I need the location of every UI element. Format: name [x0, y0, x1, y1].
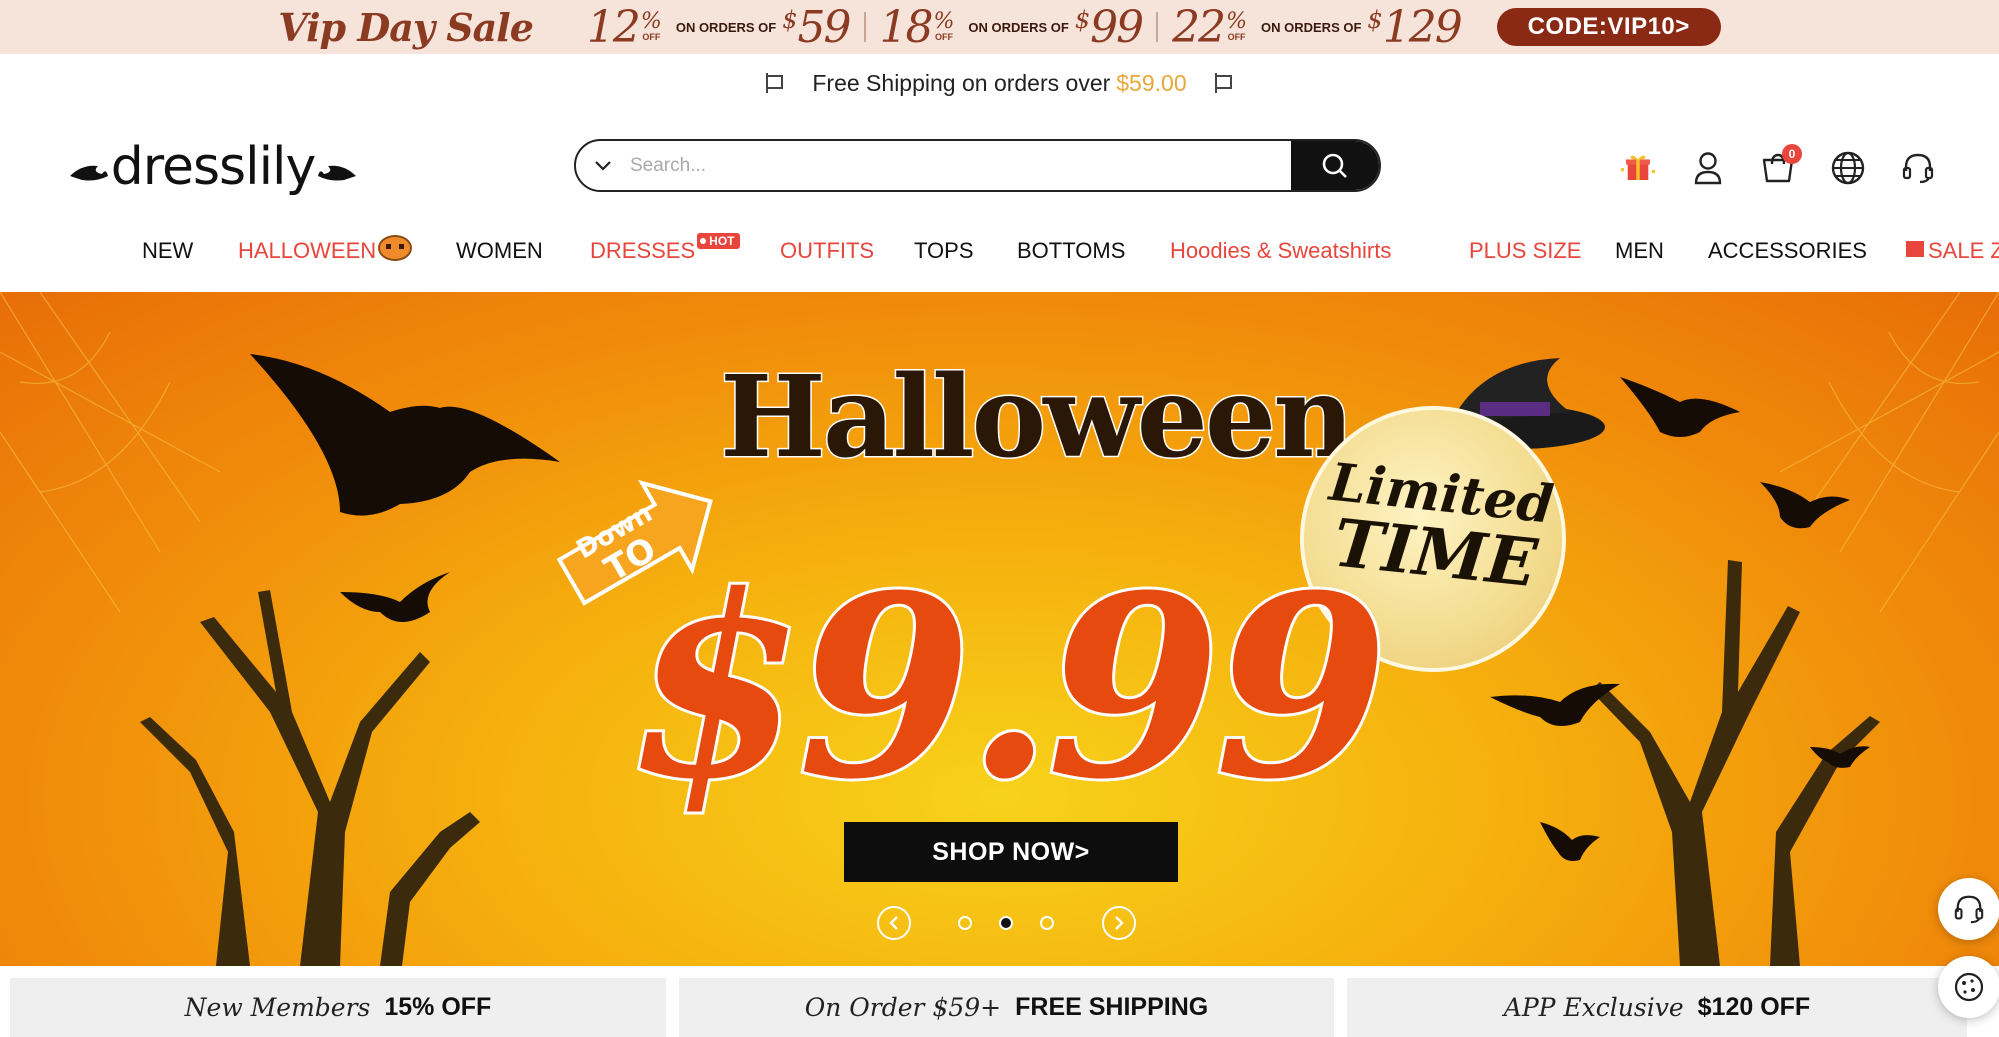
site-logo[interactable]: dresslily: [68, 132, 358, 202]
chevron-right-icon: [1115, 916, 1124, 930]
on-orders-label: ON ORDERS OF: [675, 19, 777, 35]
off-label: OFF: [1227, 32, 1246, 42]
perks-strip: New Members 15% OFF On Order $59+ FREE S…: [0, 978, 1999, 1037]
flag-icon: [1214, 73, 1233, 93]
chevron-left-icon: [889, 916, 898, 930]
nav-item-dresses[interactable]: DRESSES HOT: [590, 233, 740, 264]
hero-banner[interactable]: Down TO Halloween Limited TIME $9.99 SHO…: [0, 292, 1999, 966]
percent-sign: %: [640, 9, 662, 34]
search-input[interactable]: [630, 141, 1291, 190]
promo-amount: 99: [1090, 1, 1144, 53]
nav-label: OUTFITS: [780, 238, 875, 263]
promo-percent: 12: [586, 1, 641, 53]
chevron-down-icon[interactable]: [576, 141, 630, 190]
nav-label: WOMEN: [456, 238, 543, 263]
nav-item-plus-size[interactable]: PLUS SIZE: [1469, 238, 1581, 264]
hero-title: Halloween: [719, 351, 1357, 485]
shop-now-button[interactable]: SHOP NOW>: [844, 822, 1178, 882]
perk-label: New Members: [184, 993, 371, 1022]
perk-label: On Order $59+: [804, 993, 1002, 1022]
percent-sign: %: [1226, 9, 1248, 34]
hero-price: $9.99: [627, 540, 1392, 834]
cookie-settings-button[interactable]: [1938, 956, 1999, 1018]
logo-text: dresslily: [110, 137, 317, 197]
nav-item-outfits[interactable]: OUTFITS: [780, 238, 874, 264]
shipping-text: Free Shipping on orders over: [812, 69, 1111, 96]
site-header: dresslily 0: [0, 112, 1999, 222]
nav-item-women[interactable]: WOMEN: [456, 238, 543, 264]
perk-label: APP Exclusive: [1503, 993, 1684, 1022]
nav-label: DRESSES: [590, 238, 696, 263]
perk-value: $120 OFF: [1697, 993, 1811, 1021]
perk-value: 15% OFF: [384, 993, 492, 1021]
nav-item-sale-zone[interactable]: SALE ZO: [1906, 238, 1999, 264]
dollar-sign: $: [1074, 5, 1091, 34]
carousel-next-button[interactable]: [1102, 906, 1136, 940]
nav-item-tops[interactable]: TOPS: [914, 238, 974, 264]
cart-icon[interactable]: 0: [1760, 144, 1802, 186]
nav-label: TOPS: [914, 238, 974, 263]
nav-item-new[interactable]: NEW: [142, 238, 193, 264]
shipping-notice: Free Shipping on orders over $59.00: [0, 54, 1999, 112]
nav-item-bottoms[interactable]: BOTTOMS: [1017, 238, 1125, 264]
globe-icon[interactable]: [1830, 150, 1866, 186]
promo-percent: 22: [1172, 1, 1226, 53]
header-actions: 0: [1620, 144, 1970, 186]
on-orders-label: ON ORDERS OF: [968, 19, 1069, 35]
carousel-dot-active[interactable]: [999, 916, 1013, 930]
percent-sign: %: [933, 9, 955, 34]
search-button[interactable]: [1291, 141, 1379, 190]
nav-label: HALLOWEEN: [238, 238, 377, 263]
perk-value: FREE SHIPPING: [1015, 993, 1209, 1021]
carousel-prev-button[interactable]: [877, 906, 911, 940]
nav-label: BOTTOMS: [1017, 238, 1126, 263]
vip-day-sale-label: Vip Day Sale: [278, 4, 534, 50]
nav-item-accessories[interactable]: ACCESSORIES: [1708, 238, 1867, 264]
promo-tier: 18 % OFF ON ORDERS OF $ 99: [866, 2, 1157, 53]
gift-icon: [1906, 241, 1924, 257]
headset-icon: [1954, 895, 1984, 924]
promo-code-button[interactable]: CODE:VIP10>: [1496, 8, 1721, 46]
perk-free-shipping[interactable]: On Order $59+ FREE SHIPPING: [679, 978, 1334, 1037]
promo-tier: 12 % OFF ON ORDERS OF $ 59: [573, 2, 864, 53]
promo-percent: 18: [879, 1, 934, 53]
user-icon[interactable]: [1690, 150, 1726, 186]
nav-label: MEN: [1615, 238, 1664, 263]
perk-new-members[interactable]: New Members 15% OFF: [10, 978, 666, 1037]
promo-amount: 59: [797, 1, 852, 53]
hot-badge: HOT: [697, 233, 740, 249]
search-bar: [574, 139, 1381, 192]
pumpkin-icon: [378, 235, 413, 261]
promo-tier: 22 % OFF ON ORDERS OF $ 129: [1158, 2, 1475, 53]
cart-count-badge: 0: [1782, 144, 1802, 164]
dollar-sign: $: [782, 5, 798, 34]
gift-icon[interactable]: [1620, 150, 1656, 186]
flag-icon: [766, 73, 784, 93]
carousel-dot[interactable]: [1040, 916, 1054, 930]
search-icon: [1322, 153, 1347, 178]
headset-icon[interactable]: [1900, 150, 1936, 186]
carousel-controls: [0, 906, 1999, 940]
promo-bar[interactable]: Vip Day Sale 12 % OFF ON ORDERS OF $ 59 1…: [0, 0, 1999, 54]
nav-label: PLUS SIZE: [1469, 238, 1582, 263]
carousel-dot[interactable]: [958, 916, 972, 930]
nav-item-halloween[interactable]: HALLOWEEN: [238, 235, 413, 264]
nav-label: NEW: [142, 238, 194, 263]
shipping-threshold: $59.00: [1116, 69, 1187, 96]
promo-amount: 129: [1382, 1, 1463, 53]
nav-label: Hoodies & Sweatshirts: [1170, 238, 1392, 263]
dollar-sign: $: [1367, 5, 1383, 34]
support-chat-button[interactable]: [1938, 878, 1999, 940]
nav-label: ACCESSORIES: [1708, 238, 1867, 263]
nav-label: SALE ZO: [1928, 238, 1999, 263]
main-nav: NEW HALLOWEEN WOMEN DRESSES HOT OUTFITS T…: [0, 222, 1999, 288]
nav-item-hoodies[interactable]: Hoodies & Sweatshirts: [1170, 238, 1391, 264]
off-label: OFF: [642, 32, 661, 42]
off-label: OFF: [934, 32, 953, 42]
nav-item-men[interactable]: MEN: [1615, 238, 1664, 264]
perk-app-exclusive[interactable]: APP Exclusive $120 OFF: [1347, 978, 1967, 1037]
on-orders-label: ON ORDERS OF: [1261, 19, 1362, 35]
cookie-icon: [1954, 972, 1984, 1002]
